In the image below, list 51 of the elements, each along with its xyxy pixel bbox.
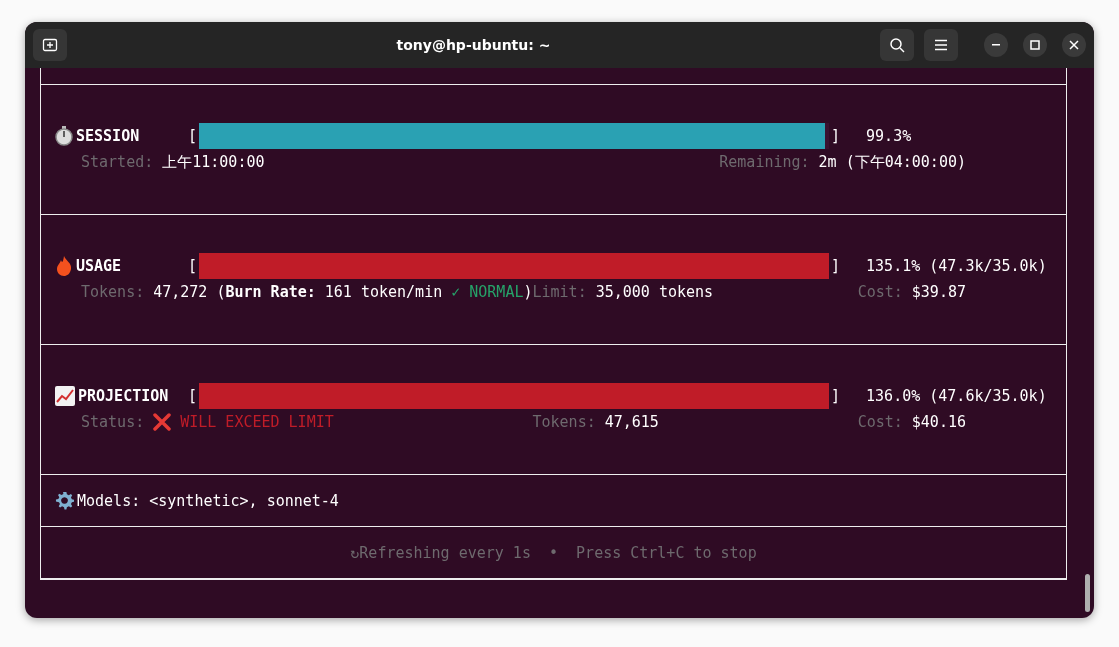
cross-icon: [153, 413, 172, 431]
field-label: Tokens:: [81, 283, 145, 301]
field-label: Cost:: [857, 283, 903, 301]
search-button[interactable]: [880, 29, 914, 61]
refresh-hint-text: ↻Refreshing every 1s • Press Ctrl+C to stop: [349, 543, 758, 562]
line-chart-icon: [55, 386, 75, 406]
fire-icon: [55, 256, 73, 276]
field-value: 47,272 (Burn Rate: 161 token/min: [153, 283, 443, 301]
field-value: 上午11:00:00: [162, 152, 265, 172]
field-label: Limit:: [532, 283, 587, 301]
minimize-icon: [992, 44, 1000, 46]
field-label: Remaining:: [719, 153, 810, 171]
new-tab-icon: [42, 37, 58, 53]
field-label: Started:: [81, 153, 154, 171]
field-value: 35,000 tokens: [595, 283, 714, 301]
field-label: Tokens:: [532, 413, 596, 431]
field-label: Cost:: [857, 413, 903, 431]
percent-reading: 135.1% (47.3k/35.0k): [866, 257, 1047, 275]
field-value: $40.16: [911, 413, 966, 431]
field-value: ): [523, 283, 533, 301]
section-title: SESSION: [76, 127, 140, 145]
percent-reading: 99.3%: [866, 127, 912, 145]
search-icon: [889, 37, 905, 53]
field-value: 47,615: [604, 413, 659, 431]
gear-icon: [55, 491, 74, 510]
percent-reading: 136.0% (47.6k/35.0k): [866, 387, 1047, 405]
maximize-button[interactable]: [1023, 33, 1047, 57]
close-icon: [1069, 40, 1079, 50]
field-value: 2m (下午04:00:00): [818, 152, 966, 172]
maximize-icon: [1030, 40, 1040, 50]
bracket-right: ]: [831, 257, 841, 275]
new-tab-button[interactable]: [33, 29, 67, 61]
bracket-left: [: [188, 387, 198, 405]
scrollbar-thumb[interactable]: [1085, 574, 1090, 612]
bracket-left: [: [188, 257, 198, 275]
menu-button[interactable]: [924, 29, 958, 61]
section-title: USAGE: [76, 257, 122, 275]
field-value: $39.87: [911, 283, 966, 301]
warning-text: WILL EXCEED LIMIT: [180, 413, 334, 431]
field-label: Status:: [81, 413, 145, 431]
bracket-right: ]: [831, 127, 841, 145]
status-text: ✓ NORMAL: [451, 283, 524, 301]
window-title: tony@hp-ubuntu: ~: [395, 37, 552, 53]
close-button[interactable]: [1062, 33, 1086, 57]
section-title: PROJECTION: [78, 387, 169, 405]
menu-icon: [934, 39, 948, 51]
bracket-left: [: [188, 127, 198, 145]
stopwatch-icon: [55, 126, 73, 146]
bracket-right: ]: [831, 387, 841, 405]
models-text: Models: <synthetic>, sonnet-4: [77, 491, 339, 510]
minimize-button[interactable]: [984, 33, 1008, 57]
